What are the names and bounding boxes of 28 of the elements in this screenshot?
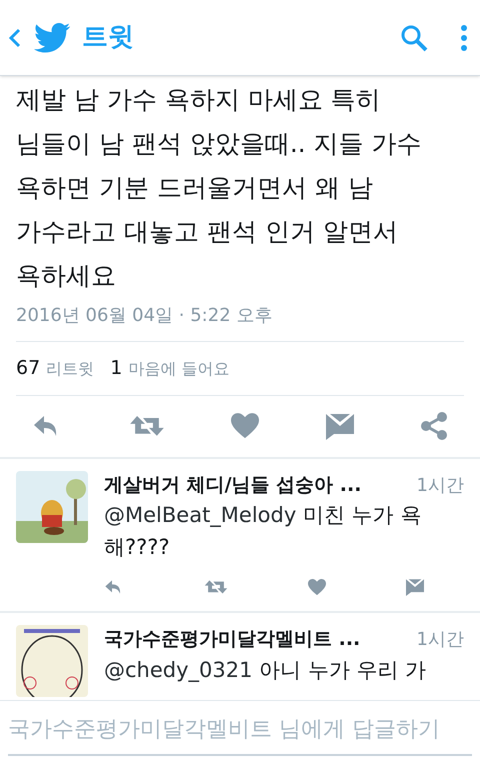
stat-label: 마음에 들어요 — [128, 358, 230, 380]
stat-count: 1 — [110, 356, 122, 381]
reply-time: 1시간 — [416, 628, 464, 652]
tweet-text-line: 가수라고 대놓고 팬석 인거 알면서 — [16, 216, 399, 248]
tweet-text-line: 제발 남 가수 욕하지 마세요 특히 — [16, 84, 382, 116]
share-icon[interactable] — [420, 412, 448, 440]
back-icon[interactable] — [8, 26, 22, 48]
stat-label: 리트윗 — [46, 358, 94, 380]
tweet-date: 2016년 06월 04일 · 5:22 오후 — [16, 304, 274, 328]
retweet-icon[interactable] — [204, 579, 228, 595]
more-icon[interactable] — [460, 24, 468, 52]
reply-time: 1시간 — [416, 474, 464, 498]
reply-author-name: 국가수준평가미달각멜비트 ... — [104, 627, 360, 652]
stat-count: 67 — [16, 356, 40, 381]
heart-icon[interactable] — [231, 413, 259, 439]
reply-text: @MelBeat_Melody 미친 누가 욕해???? — [104, 502, 422, 561]
message-icon[interactable] — [406, 578, 424, 596]
retweet-icon[interactable] — [128, 414, 164, 438]
bird-logo-icon — [34, 22, 70, 52]
search-icon[interactable] — [400, 24, 428, 52]
screen-title: 트윗 — [82, 21, 134, 54]
tweet-text-line: 욕하면 기분 드러울거면서 왜 남 — [16, 172, 374, 204]
reply-author-name: 게살버거 체디/님들 섭숭아 ... — [104, 472, 362, 498]
tweet-text-line: 욕하세요 — [16, 260, 117, 292]
message-icon[interactable] — [326, 412, 354, 440]
tweet-text-line: 님들이 남 팬석 앉았을때.. 지들 가수 — [16, 128, 423, 160]
heart-icon[interactable] — [308, 578, 326, 596]
reply-text: @chedy_0321 아니 누가 우리 가 — [104, 656, 428, 684]
